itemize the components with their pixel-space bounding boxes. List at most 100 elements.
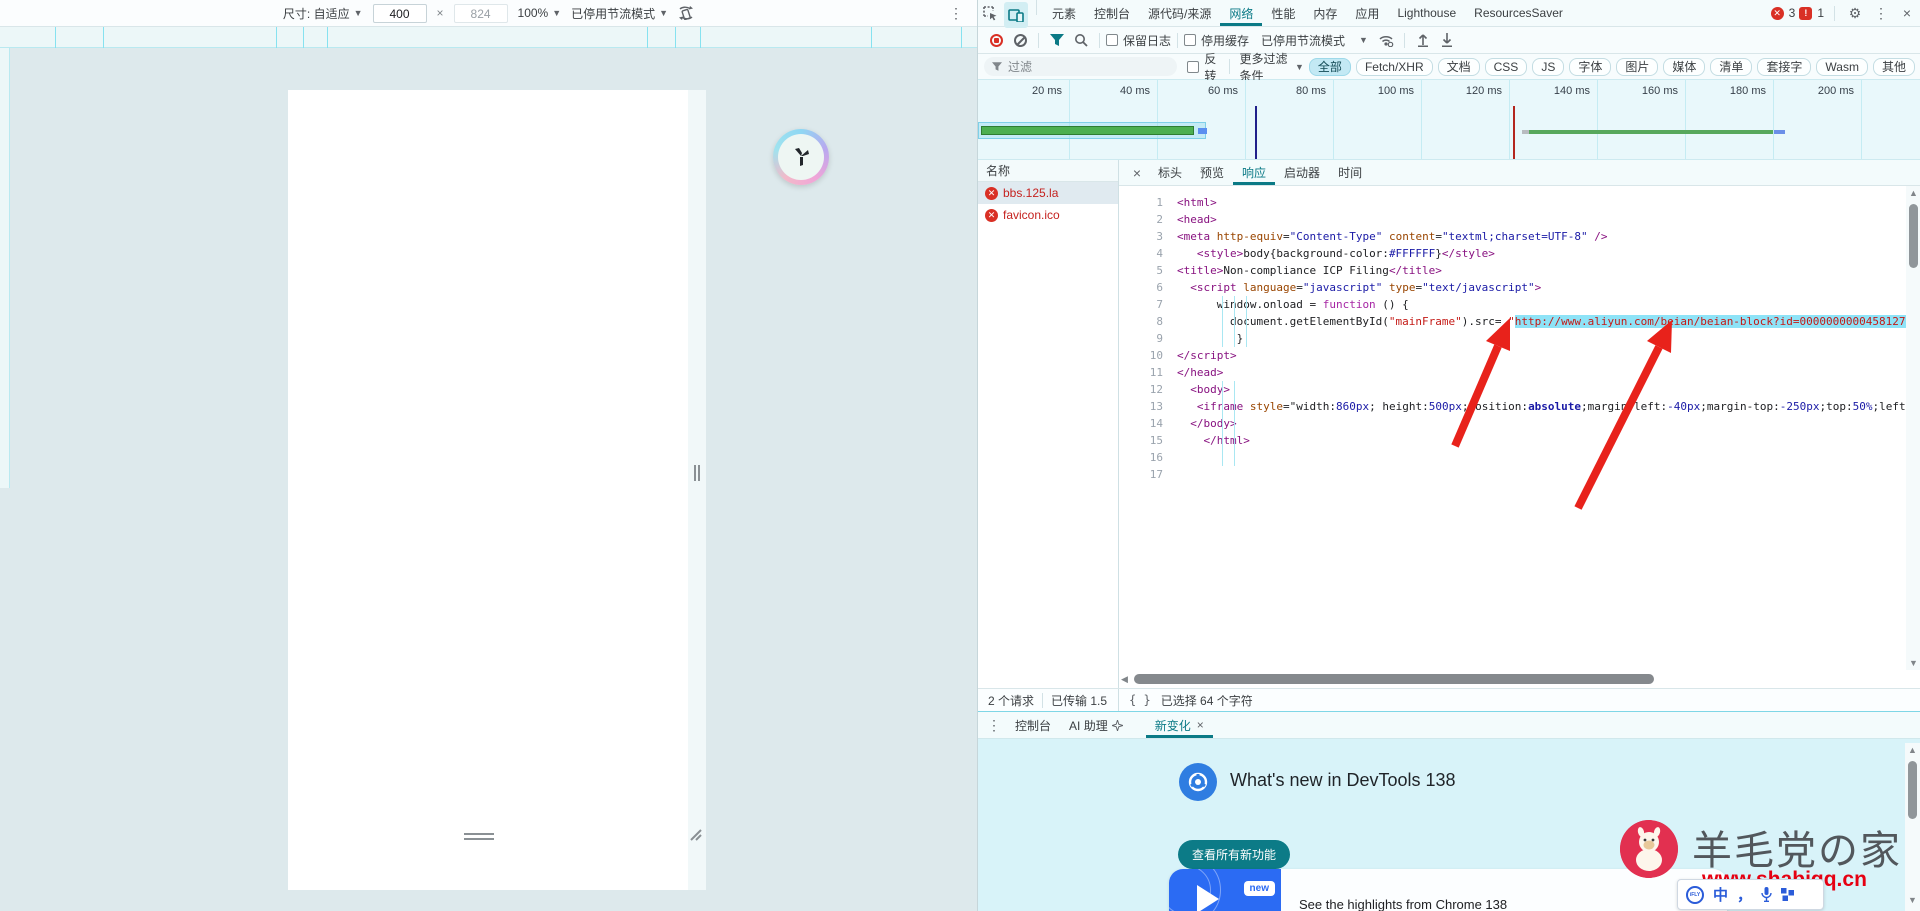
code-vertical-scrollbar[interactable]: ▲ ▼ — [1906, 186, 1920, 670]
network-overview-timeline[interactable]: 20 ms 40 ms 60 ms 80 ms 100 ms 120 ms 14… — [978, 80, 1920, 160]
code-line[interactable]: 16 — [1119, 449, 1920, 466]
code-line[interactable]: 12 <body> — [1119, 381, 1920, 398]
code-line[interactable]: 14 </body> — [1119, 415, 1920, 432]
scroll-up-icon[interactable]: ▲ — [1905, 743, 1920, 757]
ime-grid-icon[interactable] — [1781, 888, 1794, 901]
ime-toolbar[interactable]: iFLY 中 ， — [1677, 879, 1824, 910]
code-line[interactable]: 4 <style>body{background-color:#FFFFFF}<… — [1119, 245, 1920, 262]
devtools-menu-kebab-icon[interactable]: ⋮ — [1869, 0, 1893, 26]
settings-gear-icon[interactable]: ⚙ — [1843, 0, 1867, 26]
tab-response[interactable]: 响应 — [1233, 160, 1275, 185]
pretty-print-icon[interactable]: { } — [1129, 693, 1151, 707]
inspect-element-icon[interactable] — [978, 0, 1002, 26]
resize-handle-corner[interactable] — [688, 827, 702, 841]
filter-chip[interactable]: 全部 — [1309, 58, 1351, 76]
ime-mic-icon[interactable] — [1761, 887, 1772, 902]
throttle-select[interactable]: 已停用节流模式 ▼ — [571, 5, 668, 22]
code-line[interactable]: 17 — [1119, 466, 1920, 483]
filter-chip[interactable]: JS — [1532, 58, 1564, 76]
viewport-width-input[interactable]: 400 — [373, 4, 427, 23]
tab-performance[interactable]: 性能 — [1262, 0, 1304, 26]
code-line[interactable]: 9 } — [1119, 330, 1920, 347]
export-har-icon[interactable] — [1435, 27, 1459, 53]
ime-punctuation-toggle[interactable]: ， — [1737, 884, 1752, 905]
issues-icon[interactable]: ! — [1799, 7, 1812, 20]
filter-chip[interactable]: 套接字 — [1757, 58, 1811, 76]
close-devtools-icon[interactable]: × — [1895, 0, 1919, 26]
code-line[interactable]: 1<html> — [1119, 194, 1920, 211]
filter-funnel-icon[interactable] — [1045, 27, 1069, 53]
device-dimensions-select[interactable]: 尺寸: 自适应 ▼ — [283, 5, 363, 22]
code-horizontal-scrollbar[interactable]: ◀ — [1121, 672, 1905, 685]
import-har-icon[interactable] — [1411, 27, 1435, 53]
code-line[interactable]: 3<meta http-equiv="Content-Type" content… — [1119, 228, 1920, 245]
clear-network-log-icon[interactable] — [1008, 27, 1032, 53]
scroll-down-icon[interactable]: ▼ — [1906, 656, 1920, 670]
viewport-height-input[interactable]: 824 — [454, 4, 508, 23]
drawer-scrollbar[interactable]: ▲ ▼ — [1905, 743, 1920, 911]
see-all-features-button[interactable]: 查看所有新功能 — [1178, 840, 1290, 869]
request-list-header[interactable]: 名称 — [978, 160, 1118, 182]
scroll-left-icon[interactable]: ◀ — [1121, 672, 1128, 686]
filter-chip[interactable]: CSS — [1485, 58, 1528, 76]
tab-application[interactable]: 应用 — [1346, 0, 1388, 26]
throttling-select[interactable]: 已停用节流模式 ▼ — [1261, 32, 1368, 49]
page-scrollbar[interactable] — [688, 90, 706, 890]
filter-chip[interactable]: 其他 — [1873, 58, 1915, 76]
device-toolbar-toggle-icon[interactable] — [1004, 2, 1028, 28]
code-line[interactable]: 13 <iframe style="width:860px; height:50… — [1119, 398, 1920, 415]
record-network-log-icon[interactable] — [984, 27, 1008, 53]
tab-lighthouse[interactable]: Lighthouse — [1388, 0, 1465, 26]
filter-chip[interactable]: Fetch/XHR — [1356, 58, 1433, 76]
close-tab-icon[interactable]: × — [1197, 718, 1204, 732]
close-request-details-icon[interactable]: × — [1125, 160, 1149, 185]
device-toolbar-menu-kebab-icon[interactable]: ⋮ — [949, 6, 963, 20]
drawer-menu-kebab-icon[interactable]: ⋮ — [982, 712, 1006, 738]
rotate-icon[interactable] — [678, 6, 694, 20]
resize-handle-right[interactable] — [694, 465, 700, 484]
tab-network[interactable]: 网络 — [1220, 0, 1262, 26]
more-filters-select[interactable]: 更多过滤条件▼ — [1240, 50, 1304, 84]
drawer-tab-ai-assistant[interactable]: AI 助理 — [1060, 712, 1132, 738]
code-line[interactable]: 5<title>Non-compliance ICP Filing</title… — [1119, 262, 1920, 279]
tab-timing[interactable]: 时间 — [1329, 160, 1371, 185]
tab-console[interactable]: 控制台 — [1085, 0, 1139, 26]
ifly-logo-icon[interactable]: iFLY — [1686, 886, 1704, 904]
filter-chip[interactable]: 媒体 — [1663, 58, 1705, 76]
page-viewport[interactable] — [288, 90, 688, 890]
ime-language-toggle[interactable]: 中 — [1713, 884, 1728, 905]
tab-headers[interactable]: 标头 — [1149, 160, 1191, 185]
zoom-select[interactable]: 100% ▼ — [518, 6, 562, 20]
code-line[interactable]: 11</head> — [1119, 364, 1920, 381]
network-conditions-icon[interactable] — [1374, 27, 1398, 53]
request-row[interactable]: ✕ favicon.ico — [978, 204, 1118, 226]
drawer-tab-whats-new[interactable]: 新变化 × — [1146, 712, 1213, 738]
tab-resourcessaver[interactable]: ResourcesSaver — [1465, 0, 1572, 26]
filter-chip[interactable]: 清单 — [1710, 58, 1752, 76]
code-line[interactable]: 6 <script language="javascript" type="te… — [1119, 279, 1920, 296]
tab-preview[interactable]: 预览 — [1191, 160, 1233, 185]
tab-initiator[interactable]: 启动器 — [1275, 160, 1329, 185]
search-icon[interactable] — [1069, 27, 1093, 53]
console-errors-icon[interactable]: ✕ — [1771, 7, 1784, 20]
code-line[interactable]: 8 document.getElementById("mainFrame").s… — [1119, 313, 1920, 330]
video-thumbnail[interactable]: new — [1169, 869, 1281, 911]
code-lines[interactable]: 1<html>2<head>3<meta http-equiv="Content… — [1119, 186, 1920, 483]
disable-cache-checkbox[interactable]: 停用缓存 — [1184, 32, 1249, 49]
resize-handle-bottom[interactable] — [464, 833, 494, 840]
invert-checkbox[interactable]: 反转 — [1187, 50, 1218, 84]
highlights-card[interactable]: new See the highlights from Chrome 138 — [1169, 869, 1727, 911]
drawer-tab-console[interactable]: 控制台 — [1006, 712, 1060, 738]
floating-extension-icon[interactable] — [773, 129, 829, 185]
filter-chip[interactable]: 图片 — [1616, 58, 1658, 76]
code-line[interactable]: 2<head> — [1119, 211, 1920, 228]
filter-chip[interactable]: 文档 — [1438, 58, 1480, 76]
code-line[interactable]: 7 window.onload = function () { — [1119, 296, 1920, 313]
tab-sources[interactable]: 源代码/来源 — [1139, 0, 1220, 26]
scroll-up-icon[interactable]: ▲ — [1906, 186, 1920, 200]
filter-chip[interactable]: Wasm — [1816, 58, 1868, 76]
code-line[interactable]: 15 </html> — [1119, 432, 1920, 449]
tab-elements[interactable]: 元素 — [1043, 0, 1085, 26]
filter-chip[interactable]: 字体 — [1569, 58, 1611, 76]
tab-memory[interactable]: 内存 — [1304, 0, 1346, 26]
